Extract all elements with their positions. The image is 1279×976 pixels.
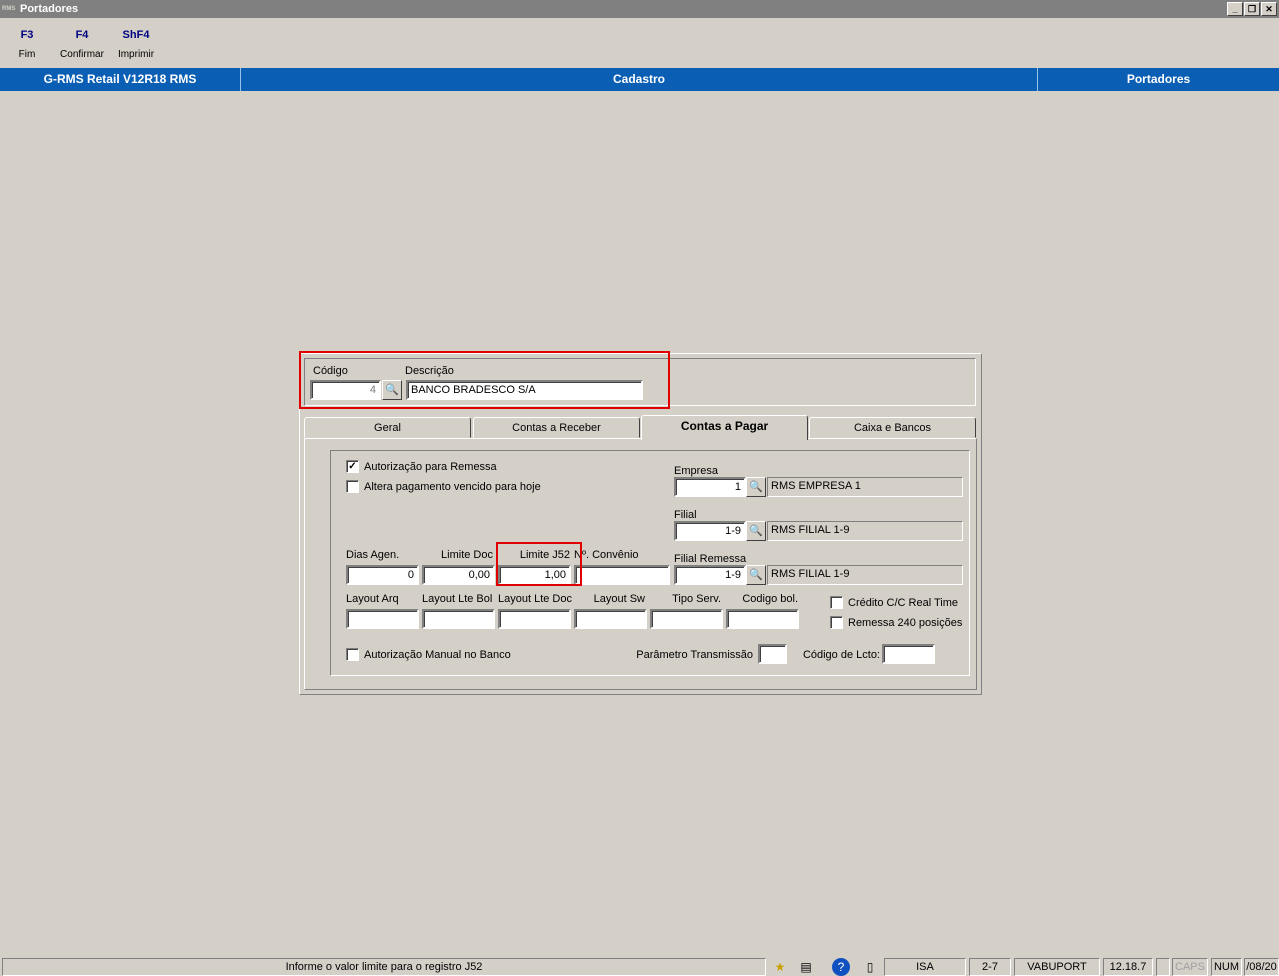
- limite-doc-field[interactable]: 0,00: [422, 565, 495, 585]
- status-program: VABUPORT: [1014, 958, 1100, 976]
- status-date: /08/20: [1244, 958, 1279, 976]
- confirmar-button[interactable]: F4 Confirmar: [57, 29, 107, 61]
- limite-j52-field[interactable]: 1,00: [498, 565, 571, 585]
- restore-icon[interactable]: ❐: [1244, 2, 1260, 16]
- fkey-code: ShF4: [122, 29, 150, 41]
- layout-lte-doc-label: Layout Lte Doc: [498, 593, 572, 605]
- status-user: ISA: [884, 958, 966, 976]
- credito-cc-label: Crédito C/C Real Time: [848, 597, 959, 609]
- altera-pagamento-checkbox[interactable]: [346, 480, 359, 493]
- status-version: 12.18.7: [1103, 958, 1153, 976]
- layout-lte-bol-label: Layout Lte Bol: [422, 593, 493, 605]
- autorizacao-manual-checkbox[interactable]: [346, 648, 359, 661]
- dias-agen-field[interactable]: 0: [346, 565, 419, 585]
- layout-arq-field[interactable]: [346, 609, 419, 629]
- help-icon[interactable]: ?: [832, 958, 850, 976]
- filial-remessa-field[interactable]: 1-9: [674, 565, 746, 585]
- minimize-icon[interactable]: _: [1227, 2, 1243, 16]
- screen-name: Portadores: [1126, 72, 1191, 86]
- filial-remessa-desc: RMS FILIAL 1-9: [767, 565, 963, 585]
- title-bar: [0, 0, 1279, 18]
- binoculars-icon[interactable]: 🔍: [746, 477, 766, 497]
- fim-button[interactable]: F3 Fim: [2, 29, 52, 61]
- module-name: Cadastro: [612, 72, 665, 86]
- clipboard-user-icon[interactable]: ▤: [796, 958, 816, 976]
- app-icon: RMS: [2, 6, 16, 12]
- codigo-lcto-field[interactable]: [882, 644, 935, 664]
- caps-indicator: CAPS: [1172, 958, 1208, 976]
- fkey-label: Fim: [18, 49, 36, 60]
- remessa-240-label: Remessa 240 posições: [848, 617, 963, 629]
- codigo-bol-field[interactable]: [726, 609, 799, 629]
- parametro-transmissao-field[interactable]: [758, 644, 787, 664]
- binoculars-icon[interactable]: 🔍: [382, 380, 402, 400]
- codigo-label: Código: [313, 365, 348, 377]
- autorizacao-remessa-checkbox[interactable]: ✓: [346, 460, 359, 473]
- convenio-label: Nº. Convênio: [574, 549, 639, 561]
- dias-agen-label: Dias Agen.: [346, 549, 400, 561]
- autorizacao-remessa-label: Autorização para Remessa: [364, 461, 497, 473]
- filial-desc: RMS FILIAL 1-9: [767, 521, 963, 541]
- fkey-code: F3: [20, 29, 34, 41]
- close-icon[interactable]: ✕: [1261, 2, 1277, 16]
- convenio-field[interactable]: [574, 565, 670, 585]
- binoculars-icon[interactable]: 🔍: [746, 565, 766, 585]
- empresa-desc: RMS EMPRESA 1: [767, 477, 963, 497]
- empresa-field[interactable]: 1: [674, 477, 746, 497]
- tipo-serv-label: Tipo Serv.: [672, 593, 721, 605]
- layout-sw-label: Layout Sw: [593, 593, 645, 605]
- fkey-code: F4: [75, 29, 89, 41]
- tab-caixa-bancos[interactable]: Caixa e Bancos: [809, 417, 976, 438]
- system-name: G-RMS Retail V12R18 RMS: [43, 72, 197, 86]
- star-icon[interactable]: ★: [770, 958, 790, 976]
- credito-cc-checkbox[interactable]: [830, 596, 843, 609]
- altera-pagamento-label: Altera pagamento vencido para hoje: [364, 481, 541, 493]
- layout-lte-doc-field[interactable]: [498, 609, 571, 629]
- layout-sw-field[interactable]: [574, 609, 647, 629]
- fkey-label: Confirmar: [60, 49, 104, 60]
- tab-contas-pagar[interactable]: Contas a Pagar: [641, 415, 808, 440]
- remessa-240-checkbox[interactable]: [830, 616, 843, 629]
- binoculars-icon[interactable]: 🔍: [746, 521, 766, 541]
- filial-field[interactable]: 1-9: [674, 521, 746, 541]
- parametro-transmissao-label: Parâmetro Transmissão: [636, 649, 753, 661]
- fkey-label: Imprimir: [117, 49, 155, 60]
- imprimir-button[interactable]: ShF4 Imprimir: [111, 29, 161, 61]
- limite-doc-label: Limite Doc: [441, 549, 493, 561]
- codigo-bol-label: Codigo bol.: [742, 593, 798, 605]
- num-indicator: NUM: [1211, 958, 1242, 976]
- layout-arq-label: Layout Arq: [346, 593, 399, 605]
- limite-j52-label: Limite J52: [519, 549, 570, 561]
- codigo-lcto-label: Código de Lcto:: [802, 649, 880, 661]
- autorizacao-manual-label: Autorização Manual no Banco: [364, 649, 511, 661]
- status-message: Informe o valor limite para o registro J…: [2, 958, 766, 976]
- notepad-icon[interactable]: ▯: [860, 958, 880, 976]
- descricao-field[interactable]: BANCO BRADESCO S/A: [406, 380, 643, 400]
- tipo-serv-field[interactable]: [650, 609, 723, 629]
- tab-contas-receber[interactable]: Contas a Receber: [473, 417, 640, 438]
- window-title: Portadores: [20, 3, 79, 15]
- status-company: 2-7: [969, 958, 1011, 976]
- codigo-field[interactable]: 4: [310, 380, 381, 400]
- layout-lte-bol-field[interactable]: [422, 609, 495, 629]
- status-empty: [1156, 958, 1170, 976]
- tab-geral[interactable]: Geral: [304, 417, 471, 438]
- descricao-label: Descrição: [405, 365, 454, 377]
